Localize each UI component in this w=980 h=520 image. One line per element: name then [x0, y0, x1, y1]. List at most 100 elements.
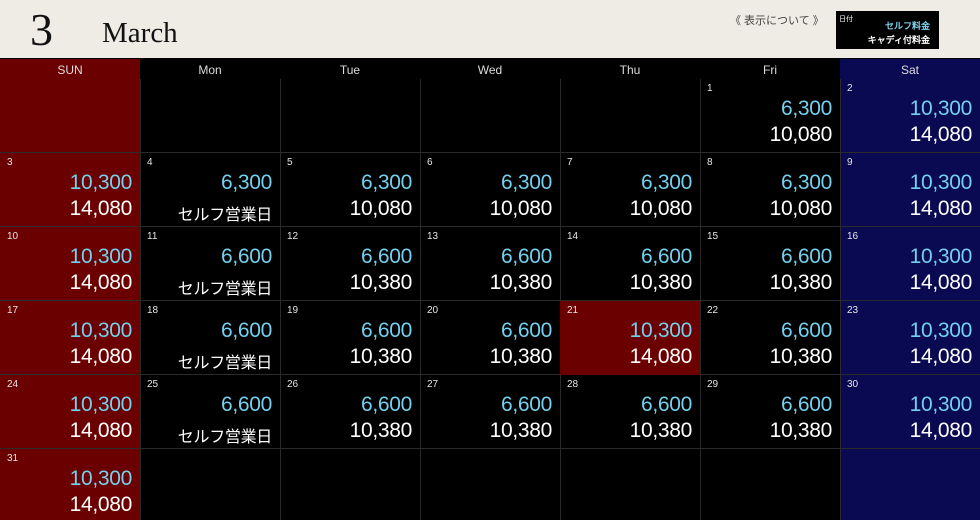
calendar-day-4[interactable]: 4 6,300 セルフ営業日 [140, 153, 280, 227]
caddie-price: 10,380 [769, 271, 833, 294]
self-price: 6,300 [780, 97, 832, 120]
calendar-day-19[interactable]: 19 6,600 10,380 [280, 301, 420, 375]
calendar-day-18[interactable]: 18 6,600 セルフ営業日 [140, 301, 280, 375]
calendar-day-21[interactable]: 21 10,300 14,080 [560, 301, 700, 375]
self-price: 6,600 [220, 319, 272, 342]
self-price: 10,300 [909, 171, 973, 194]
weekday-header-tue: Tue [339, 63, 361, 77]
day-number: 31 [7, 453, 19, 464]
self-price: 6,600 [220, 393, 272, 416]
calendar-day-15[interactable]: 15 6,600 10,380 [700, 227, 840, 301]
self-only-day-label: セルフ営業日 [177, 355, 273, 372]
caddie-price: 10,380 [489, 345, 553, 368]
day-number: 10 [7, 231, 19, 242]
day-number: 8 [707, 157, 713, 168]
calendar-header: 3 March 《 表示について 》 日付 セルフ料金 キャディ付料金 [0, 0, 980, 58]
self-price: 6,600 [500, 245, 552, 268]
day-number: 28 [567, 379, 579, 390]
self-price: 10,300 [69, 319, 133, 342]
calendar-day-7[interactable]: 7 6,300 10,080 [560, 153, 700, 227]
self-price: 10,300 [69, 245, 133, 268]
legend-self-price-label: セルフ料金 [884, 21, 930, 31]
display-info-link[interactable]: 《 表示について 》 [730, 12, 824, 28]
calendar-day-12[interactable]: 12 6,600 10,380 [280, 227, 420, 301]
price-legend: 日付 セルフ料金 キャディ付料金 [836, 11, 939, 49]
calendar-day-22[interactable]: 22 6,600 10,380 [700, 301, 840, 375]
calendar-day-16[interactable]: 16 10,300 14,080 [840, 227, 980, 301]
calendar-day-17[interactable]: 17 10,300 14,080 [0, 301, 140, 375]
self-price: 10,300 [69, 467, 133, 490]
caddie-price: 14,080 [629, 345, 693, 368]
calendar-day-23[interactable]: 23 10,300 14,080 [840, 301, 980, 375]
calendar-day-31[interactable]: 31 10,300 14,080 [0, 449, 140, 520]
calendar-day-30[interactable]: 30 10,300 14,080 [840, 375, 980, 449]
caddie-price: 10,380 [769, 419, 833, 442]
self-price: 10,300 [69, 393, 133, 416]
calendar-day-3[interactable]: 3 10,300 14,080 [0, 153, 140, 227]
self-price: 10,300 [909, 97, 973, 120]
calendar-day-11[interactable]: 11 6,600 セルフ営業日 [140, 227, 280, 301]
weekday-header-wed: Wed [477, 63, 503, 77]
self-price: 6,600 [360, 245, 412, 268]
calendar-day-9[interactable]: 9 10,300 14,080 [840, 153, 980, 227]
calendar-day-6[interactable]: 6 6,300 10,080 [420, 153, 560, 227]
caddie-price: 14,080 [69, 271, 133, 294]
self-price: 6,600 [780, 245, 832, 268]
self-price: 10,300 [629, 319, 693, 342]
caddie-price: 10,380 [769, 345, 833, 368]
caddie-price: 10,080 [349, 197, 413, 220]
caddie-price: 14,080 [909, 197, 973, 220]
day-number: 13 [427, 231, 439, 242]
day-number: 30 [847, 379, 859, 390]
self-price: 6,600 [780, 319, 832, 342]
caddie-price: 10,380 [349, 345, 413, 368]
calendar-day-13[interactable]: 13 6,600 10,380 [420, 227, 560, 301]
day-number: 1 [707, 83, 713, 94]
caddie-price: 10,080 [769, 197, 833, 220]
self-price: 6,600 [500, 393, 552, 416]
calendar-day-14[interactable]: 14 6,600 10,380 [560, 227, 700, 301]
day-number: 16 [847, 231, 859, 242]
calendar-day-25[interactable]: 25 6,600 セルフ営業日 [140, 375, 280, 449]
calendar-day-8[interactable]: 8 6,300 10,080 [700, 153, 840, 227]
self-price: 6,300 [640, 171, 692, 194]
day-number: 7 [567, 157, 573, 168]
day-number: 11 [147, 231, 158, 242]
day-number: 14 [567, 231, 579, 242]
day-number: 18 [147, 305, 159, 316]
calendar-day-1[interactable]: 1 6,300 10,080 [700, 79, 840, 153]
weekday-header-sun: SUN [57, 63, 83, 77]
self-price: 10,300 [909, 319, 973, 342]
calendar-grid: SUN Mon Tue Wed Thu Fri Sat 1 6,300 10,080 2 10,300… [0, 59, 980, 520]
self-price: 6,600 [500, 319, 552, 342]
self-price: 6,600 [640, 393, 692, 416]
calendar-day-24[interactable]: 24 10,300 14,080 [0, 375, 140, 449]
caddie-price: 10,380 [349, 271, 413, 294]
calendar-day-28[interactable]: 28 6,600 10,380 [560, 375, 700, 449]
self-price: 6,600 [780, 393, 832, 416]
weekday-header-fri: Fri [763, 63, 777, 77]
day-number: 25 [147, 379, 159, 390]
legend-caddie-price-label: キャディ付料金 [867, 35, 930, 45]
calendar-day-26[interactable]: 26 6,600 10,380 [280, 375, 420, 449]
day-number: 9 [847, 157, 853, 168]
caddie-price: 10,080 [629, 197, 693, 220]
day-number: 21 [567, 305, 579, 316]
self-only-day-label: セルフ営業日 [177, 429, 273, 446]
calendar-day-5[interactable]: 5 6,300 10,080 [280, 153, 420, 227]
calendar-day-2[interactable]: 2 10,300 14,080 [840, 79, 980, 153]
day-number: 12 [287, 231, 299, 242]
calendar-day-27[interactable]: 27 6,600 10,380 [420, 375, 560, 449]
day-number: 5 [287, 157, 293, 168]
caddie-price: 14,080 [69, 419, 133, 442]
calendar-day-10[interactable]: 10 10,300 14,080 [0, 227, 140, 301]
calendar-day-20[interactable]: 20 6,600 10,380 [420, 301, 560, 375]
day-number: 20 [427, 305, 439, 316]
day-number: 17 [7, 305, 19, 316]
calendar-day-29[interactable]: 29 6,600 10,380 [700, 375, 840, 449]
self-price: 10,300 [69, 171, 133, 194]
weekday-header-thu: Thu [619, 63, 641, 77]
self-price: 6,600 [360, 319, 412, 342]
self-price: 6,300 [360, 171, 412, 194]
caddie-price: 10,380 [629, 271, 693, 294]
